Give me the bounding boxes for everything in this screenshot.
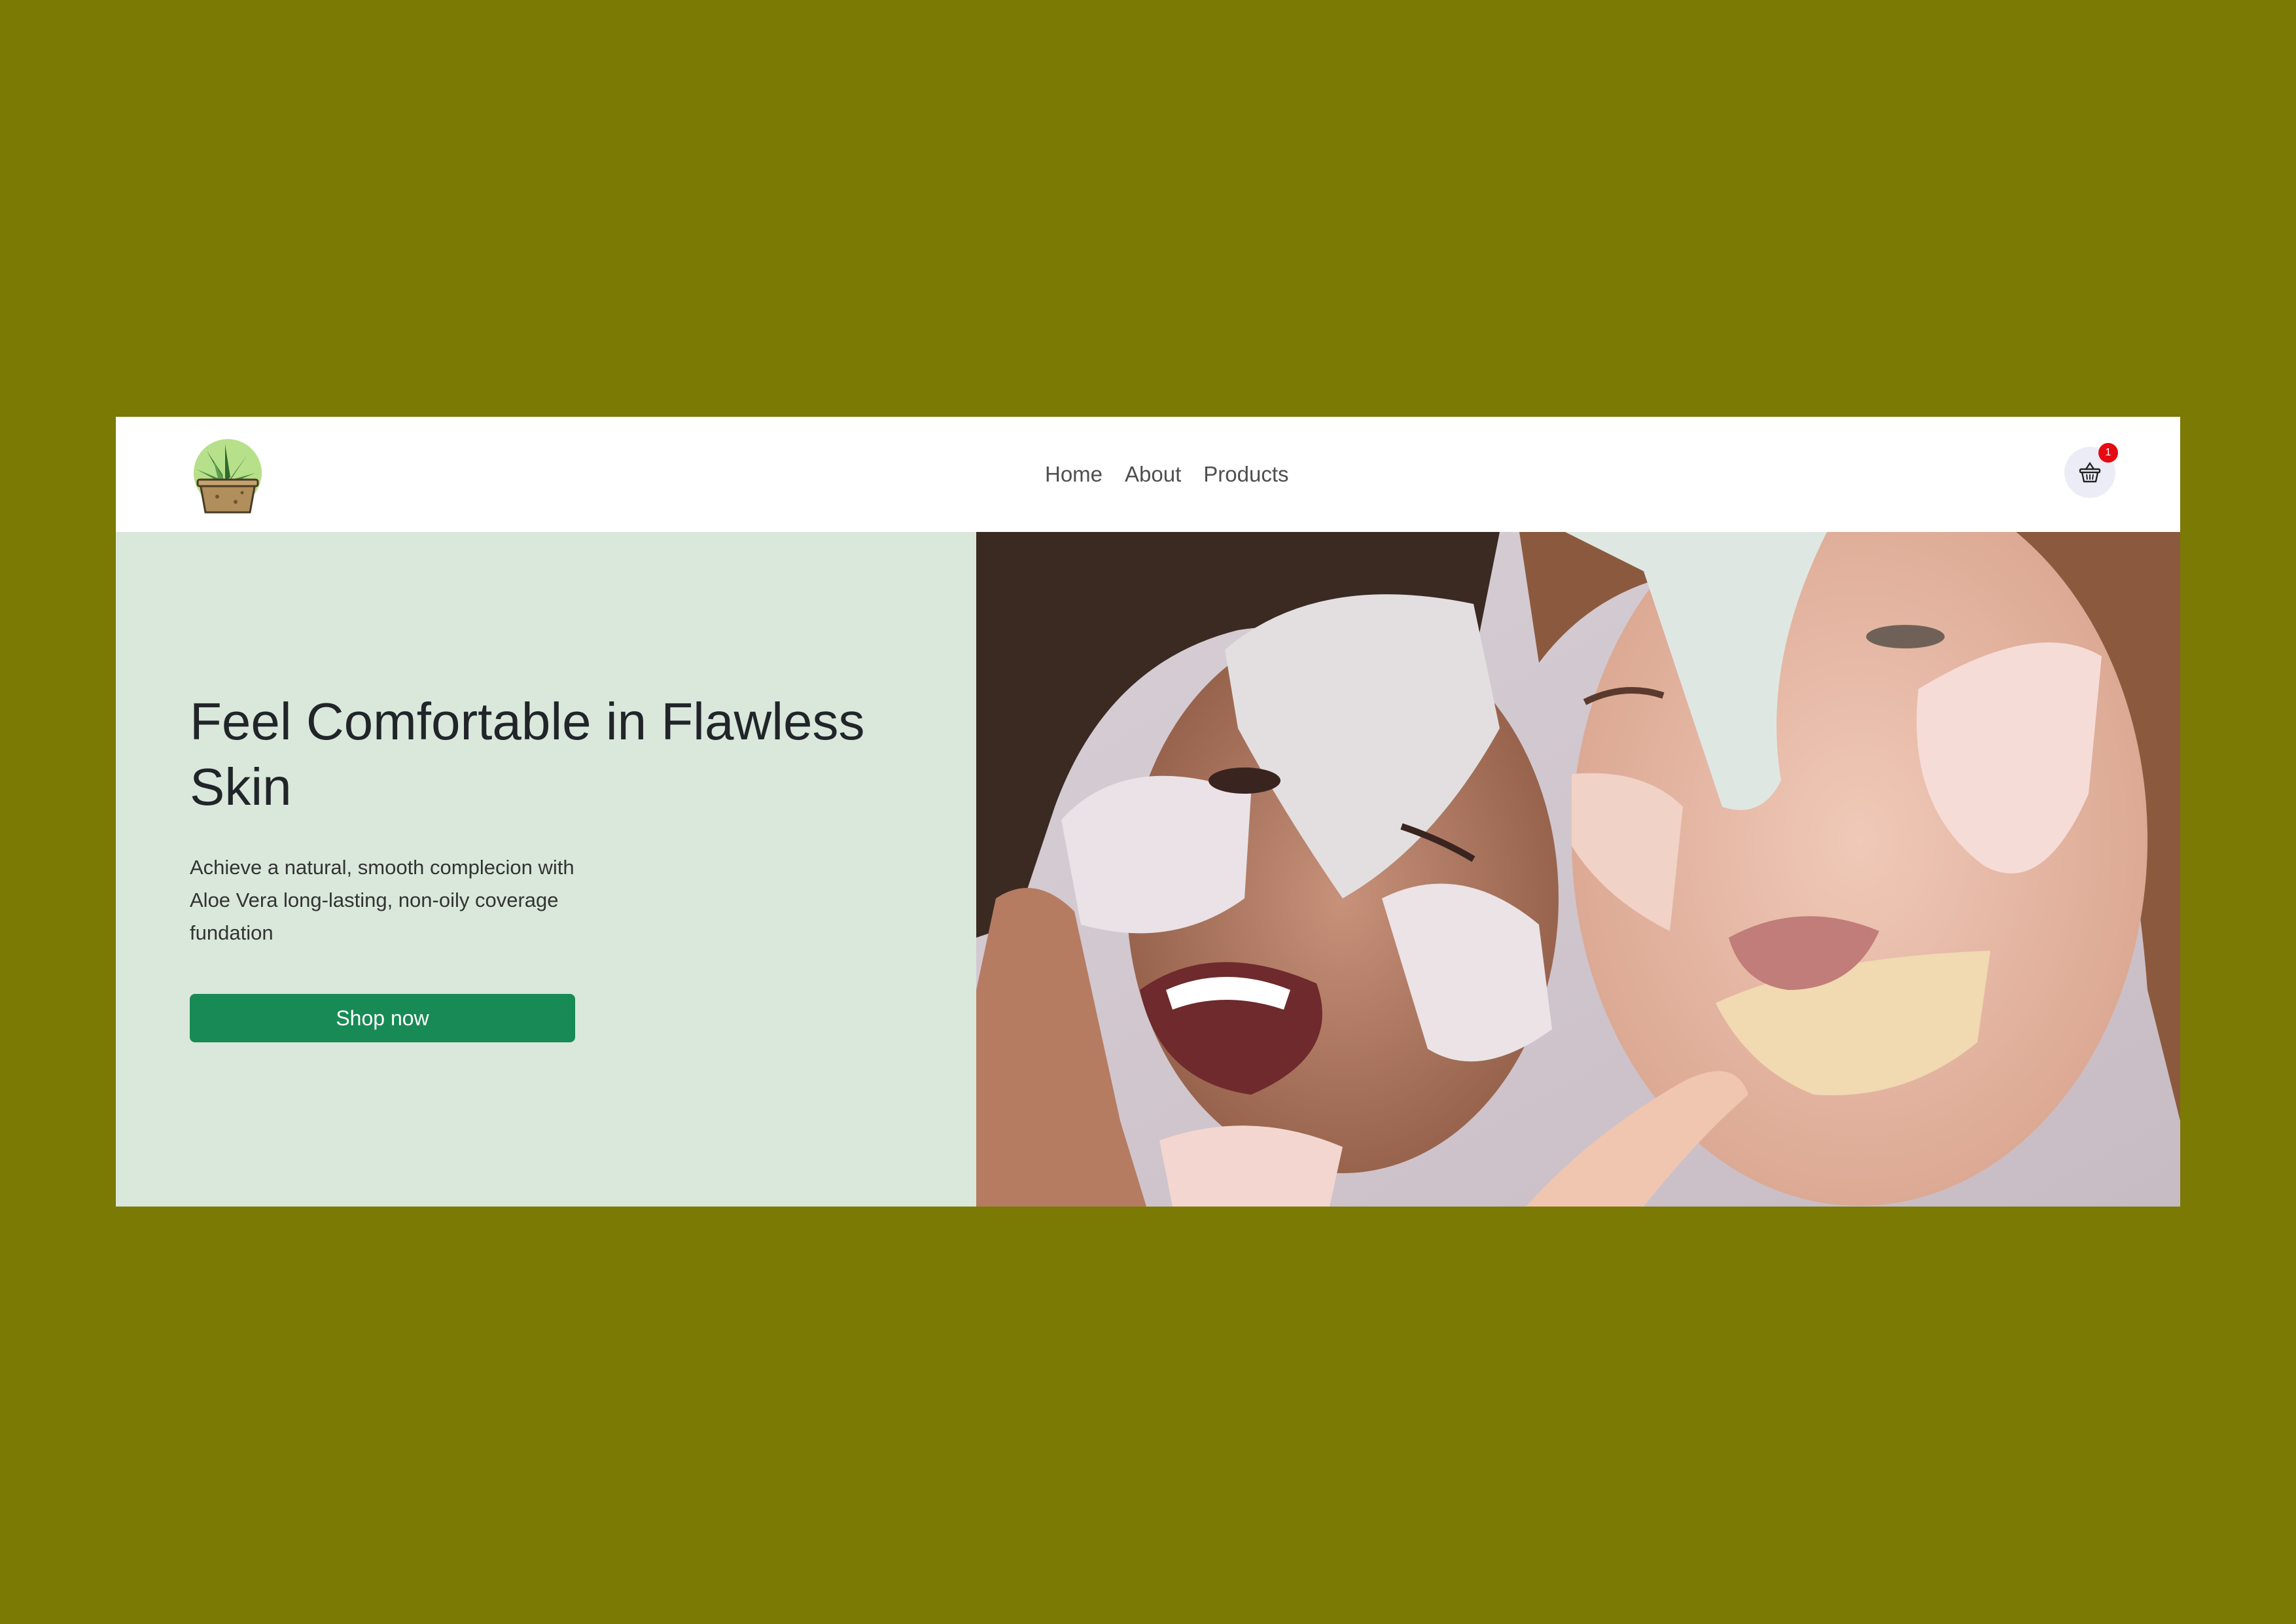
hero-text-panel: Feel Comfortable in Flawless Skin Achiev… — [116, 532, 976, 1207]
website-frame: Home About Products 1 Feel Comfortable i… — [116, 417, 2180, 1207]
hero-photo — [976, 532, 2180, 1207]
cart-count-badge: 1 — [2098, 443, 2118, 463]
hero-title: Feel Comfortable in Flawless Skin — [190, 692, 865, 816]
shop-now-button[interactable]: Shop now — [190, 994, 575, 1042]
nav-link-about[interactable]: About — [1125, 462, 1181, 487]
hero-description: Achieve a natural, smooth complecion wit… — [190, 856, 574, 944]
aloe-logo-icon[interactable] — [185, 436, 263, 515]
cart-button[interactable]: 1 — [2064, 443, 2118, 498]
nav-link-products[interactable]: Products — [1203, 462, 1288, 487]
nav-link-home[interactable]: Home — [1045, 462, 1103, 487]
basket-icon — [2079, 461, 2101, 483]
navbar: Home About Products 1 — [116, 417, 2180, 532]
nav-links: Home About Products — [1045, 417, 1289, 532]
